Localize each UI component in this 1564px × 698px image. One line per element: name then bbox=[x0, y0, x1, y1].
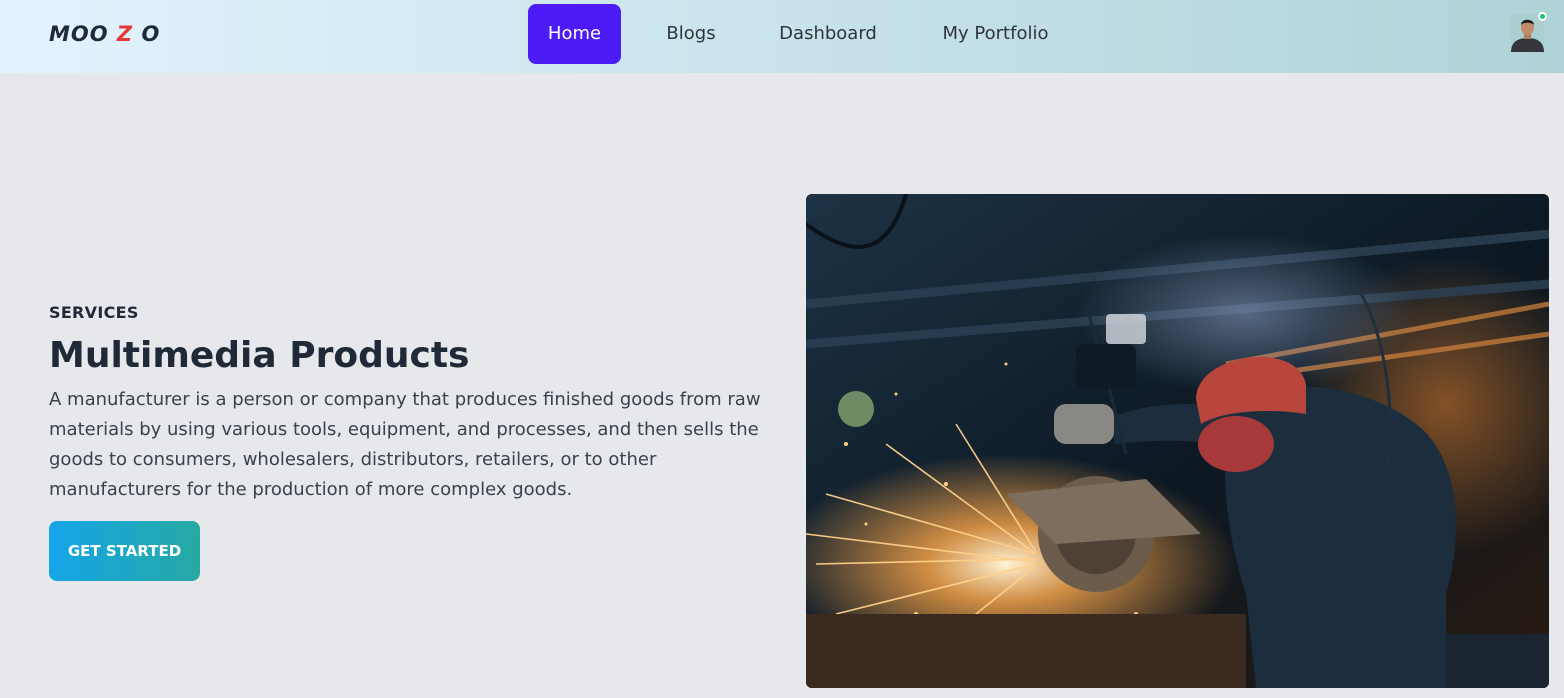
brand-logo-accent: Z bbox=[116, 22, 134, 46]
hero-eyebrow: SERVICES bbox=[49, 303, 139, 322]
nav-dashboard[interactable]: Dashboard bbox=[763, 4, 893, 64]
brand-logo-part2: O bbox=[133, 22, 161, 46]
nav-home[interactable]: Home bbox=[528, 4, 621, 64]
hero-text: SERVICES Multimedia Products A manufactu… bbox=[49, 303, 789, 505]
hero-description: A manufacturer is a person or company th… bbox=[49, 389, 761, 500]
worker-grinding-photo bbox=[806, 194, 1549, 688]
navbar: MOO Z O Home Blogs Dashboard My Portfoli… bbox=[0, 0, 1564, 73]
nav-my-portfolio[interactable]: My Portfolio bbox=[925, 4, 1066, 64]
brand-logo[interactable]: MOO Z O bbox=[49, 22, 160, 46]
hero-image bbox=[806, 194, 1549, 688]
brand-logo-part1: MOO bbox=[49, 22, 117, 46]
online-status-indicator bbox=[1538, 12, 1547, 21]
hero-title: Multimedia Products bbox=[49, 335, 470, 376]
nav-blogs[interactable]: Blogs bbox=[650, 4, 732, 64]
get-started-button[interactable]: GET STARTED bbox=[49, 521, 200, 581]
